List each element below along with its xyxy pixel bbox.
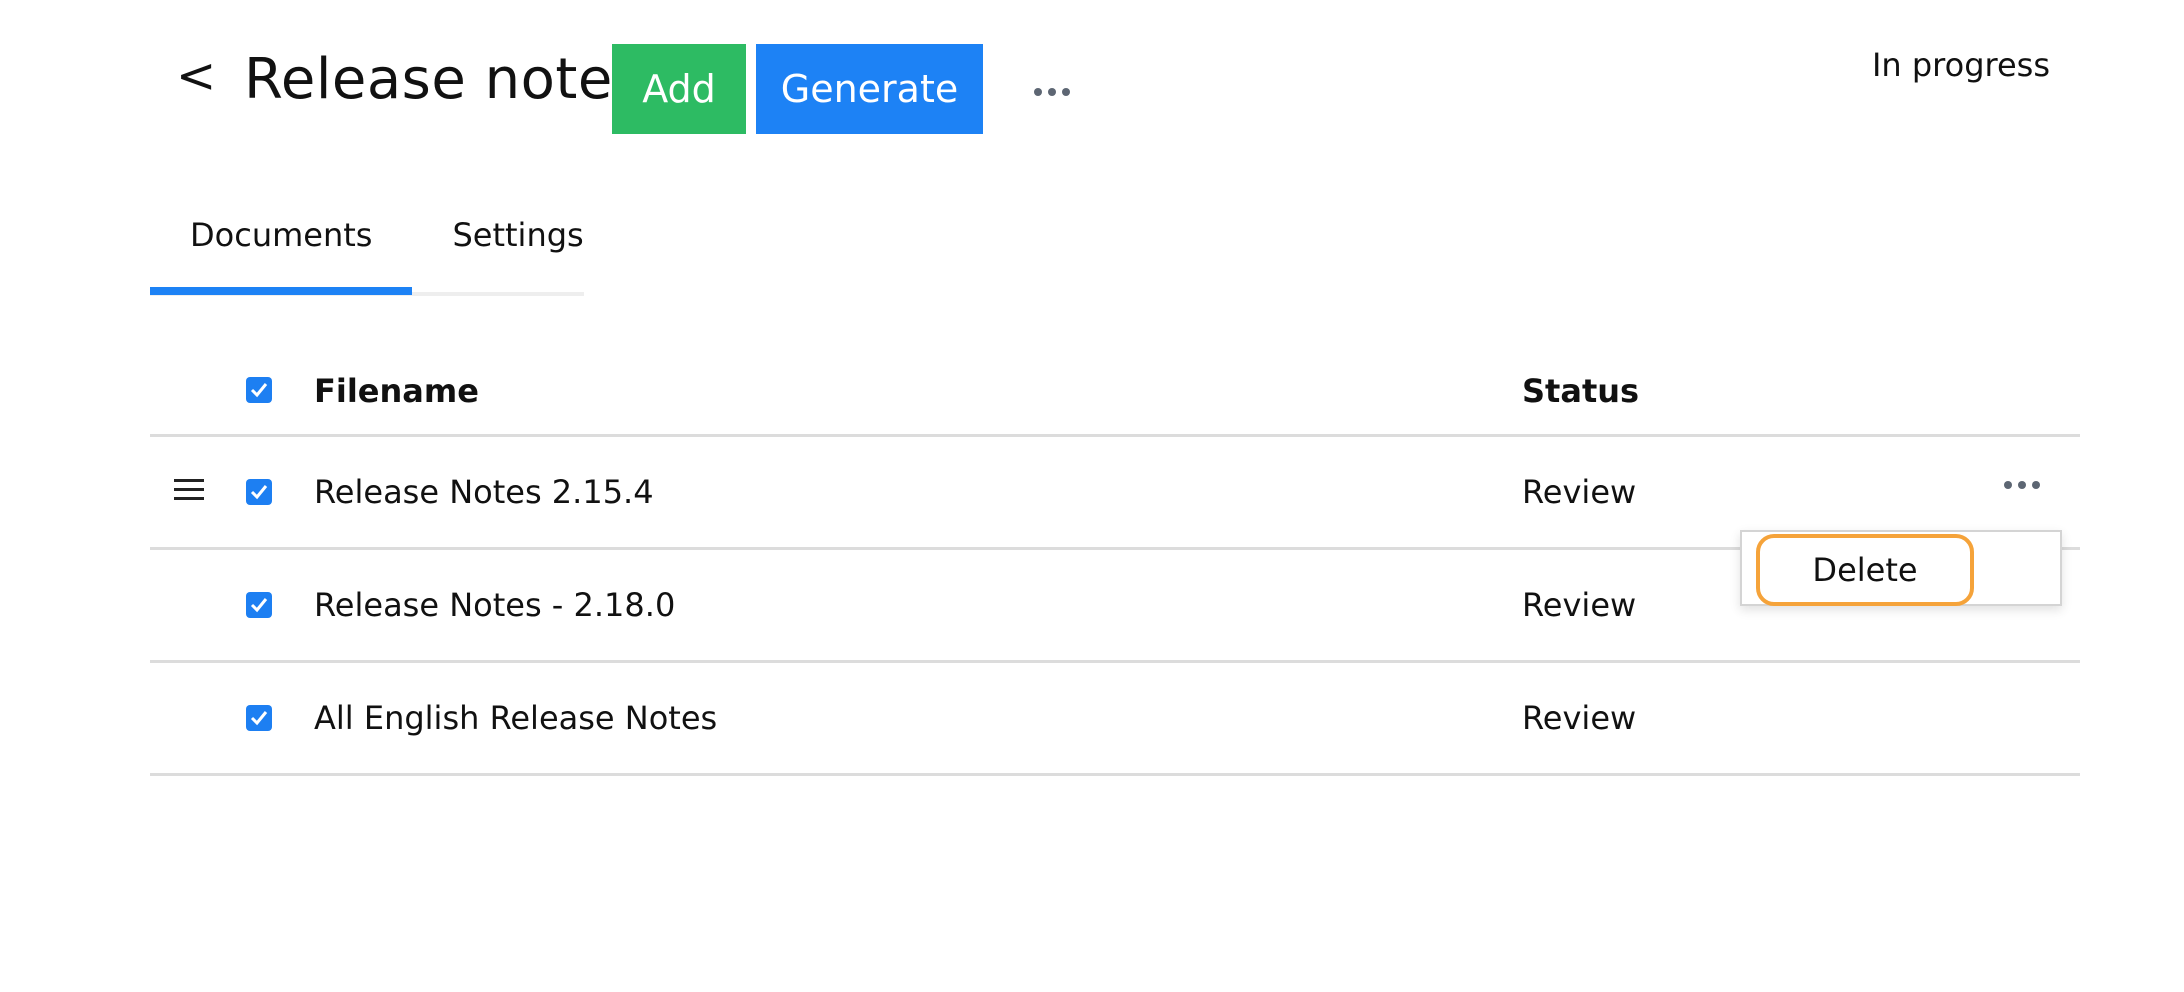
tab-documents[interactable]: Documents bbox=[150, 212, 413, 295]
row-checkbox[interactable] bbox=[246, 705, 272, 731]
dot bbox=[2032, 481, 2040, 489]
row-status: Review bbox=[1522, 699, 1637, 737]
column-header-status: Status bbox=[1522, 372, 1640, 410]
dot bbox=[2004, 481, 2012, 489]
column-header-filename: Filename bbox=[314, 372, 479, 410]
tab-bar: Documents Settings bbox=[150, 212, 584, 296]
page-title: Release notes bbox=[244, 47, 643, 112]
checkmark-icon bbox=[250, 711, 268, 726]
back-button[interactable]: < bbox=[176, 52, 216, 100]
dot bbox=[1048, 88, 1056, 96]
row-status: Review bbox=[1522, 473, 1637, 511]
status-label: In progress bbox=[1871, 46, 2050, 84]
row-more-icon[interactable] bbox=[2000, 475, 2044, 495]
row-checkbox[interactable] bbox=[246, 479, 272, 505]
row-checkbox[interactable] bbox=[246, 592, 272, 618]
checkmark-icon bbox=[250, 383, 268, 398]
release-notes-page: < Release notes Add Generate In progress… bbox=[0, 0, 2184, 992]
add-button[interactable]: Add bbox=[612, 44, 746, 134]
row-status: Review bbox=[1522, 586, 1637, 624]
row-filename: Release Notes 2.15.4 bbox=[314, 473, 654, 511]
select-all-checkbox[interactable] bbox=[246, 377, 272, 403]
tab-settings[interactable]: Settings bbox=[412, 212, 623, 284]
checkmark-icon bbox=[250, 485, 268, 500]
dot bbox=[1034, 88, 1042, 96]
table-header: Filename Status bbox=[150, 350, 2080, 437]
row-context-menu: Delete bbox=[1740, 530, 2062, 606]
row-filename: All English Release Notes bbox=[314, 699, 718, 737]
generate-button[interactable]: Generate bbox=[756, 44, 983, 134]
checkmark-icon bbox=[250, 598, 268, 613]
drag-handle-icon[interactable] bbox=[174, 479, 204, 503]
table-row[interactable]: All English Release Notes Review bbox=[150, 663, 2080, 776]
more-actions-icon[interactable] bbox=[1030, 82, 1074, 102]
dot bbox=[1062, 88, 1070, 96]
dot bbox=[2018, 481, 2026, 489]
delete-menu-item[interactable]: Delete bbox=[1756, 534, 1974, 606]
row-filename: Release Notes - 2.18.0 bbox=[314, 586, 676, 624]
